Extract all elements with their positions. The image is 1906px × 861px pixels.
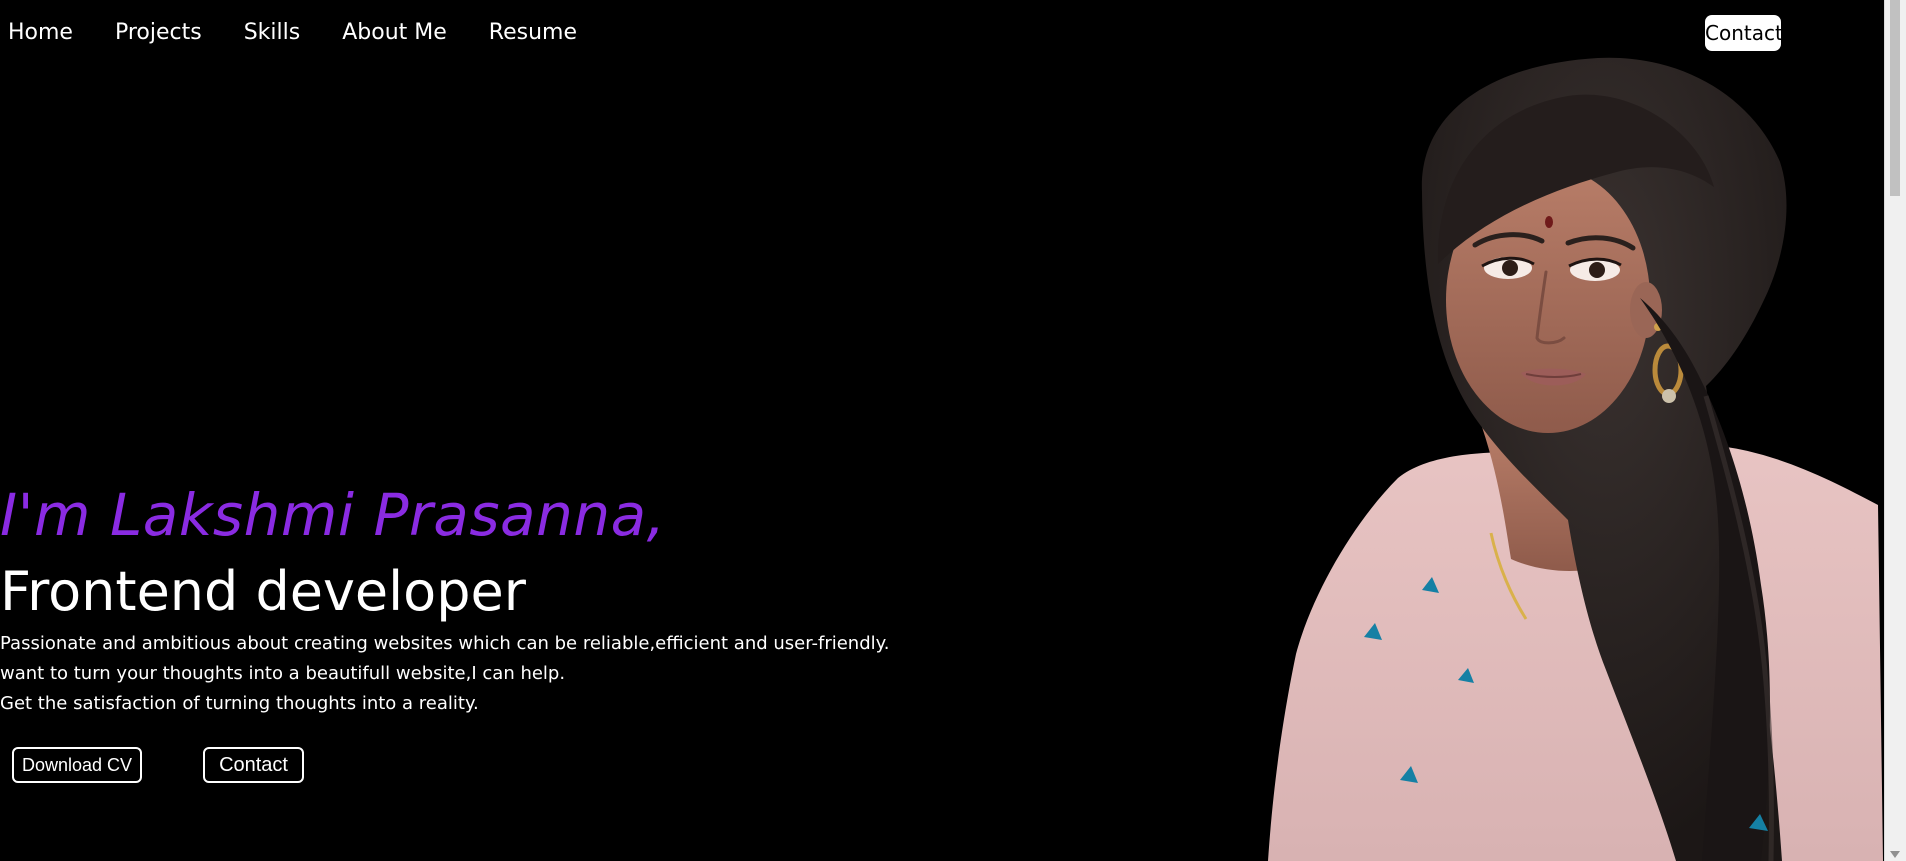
download-cv-button[interactable]: Download CV: [12, 747, 143, 783]
nav-home-link[interactable]: Home: [8, 14, 73, 52]
hero-description-line: want to turn your thoughts into a beauti…: [0, 663, 566, 684]
vertical-scrollbar[interactable]: [1884, 0, 1906, 861]
nav-about-link[interactable]: About Me: [342, 14, 447, 52]
hero-description-line: Passionate and ambitious about creating …: [0, 633, 890, 654]
portrait-image: [1268, 57, 1883, 861]
nav-contact-button[interactable]: Contact: [1705, 15, 1783, 51]
hero-contact-button[interactable]: Contact: [203, 747, 304, 783]
hero-actions: Download CV Contact: [12, 747, 304, 783]
nav-resume-link[interactable]: Resume: [489, 14, 577, 52]
scrollbar-thumb[interactable]: [1890, 0, 1900, 196]
hero-title: I'm Lakshmi Prasanna,: [0, 481, 666, 549]
hero-section: I'm Lakshmi Prasanna, Frontend developer…: [0, 480, 920, 719]
nav-projects-link[interactable]: Projects: [115, 14, 202, 52]
hero-description-line: Get the satisfaction of turning thoughts…: [0, 693, 479, 714]
profile-portrait: [1268, 52, 1883, 861]
scroll-down-arrow-icon[interactable]: [1890, 851, 1900, 858]
nav-skills-link[interactable]: Skills: [244, 14, 301, 52]
hero-subtitle: Frontend developer: [0, 560, 526, 623]
top-navigation: Home Projects Skills About Me Resume: [8, 14, 577, 52]
hero-description: Passionate and ambitious about creating …: [0, 629, 920, 719]
